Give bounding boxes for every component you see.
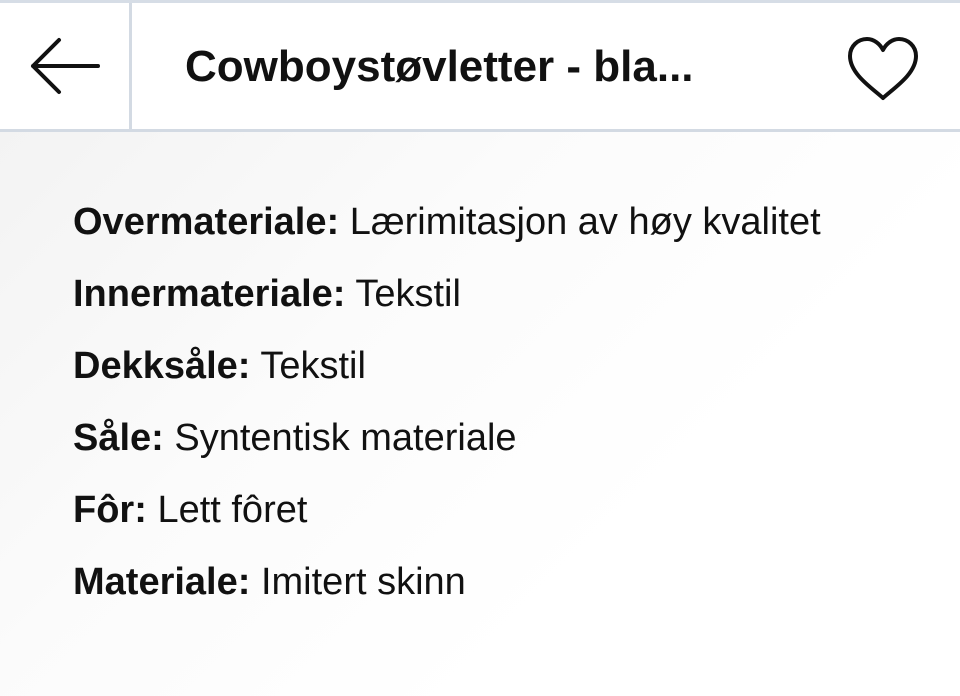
detail-label: Innermateriale: bbox=[73, 273, 346, 315]
product-details-list: Overmateriale: Lærimitasjon av høy kvali… bbox=[73, 192, 833, 624]
detail-value: Lett fôret bbox=[157, 489, 308, 531]
detail-row-materiale: Materiale: Imitert skinn bbox=[73, 552, 833, 612]
detail-row-dekksale: Dekksåle: Tekstil bbox=[73, 336, 833, 396]
detail-value: Imitert skinn bbox=[260, 561, 466, 603]
detail-value: Tekstil bbox=[260, 345, 366, 387]
detail-value: Syntentisk materiale bbox=[174, 417, 517, 459]
back-button[interactable] bbox=[0, 3, 132, 129]
detail-row-innermateriale: Innermateriale: Tekstil bbox=[73, 264, 833, 324]
detail-label: Materiale: bbox=[73, 561, 251, 603]
detail-label: Dekksåle: bbox=[73, 345, 251, 387]
detail-row-overmateriale: Overmateriale: Lærimitasjon av høy kvali… bbox=[73, 192, 833, 252]
detail-label: Fôr: bbox=[73, 489, 147, 531]
detail-value: Lærimitasjon av høy kvalitet bbox=[349, 201, 821, 243]
heart-icon bbox=[848, 37, 918, 100]
page-title: Cowboystøvletter - bla... bbox=[185, 42, 694, 91]
favorite-button[interactable] bbox=[838, 27, 928, 111]
detail-label: Overmateriale: bbox=[73, 201, 340, 243]
detail-row-for: Fôr: Lett fôret bbox=[73, 480, 833, 540]
top-bar: Cowboystøvletter - bla... bbox=[0, 3, 960, 132]
detail-value: Tekstil bbox=[355, 273, 461, 315]
arrow-left-icon bbox=[30, 38, 100, 94]
detail-row-sale: Såle: Syntentisk materiale bbox=[73, 408, 833, 468]
detail-label: Såle: bbox=[73, 417, 164, 459]
